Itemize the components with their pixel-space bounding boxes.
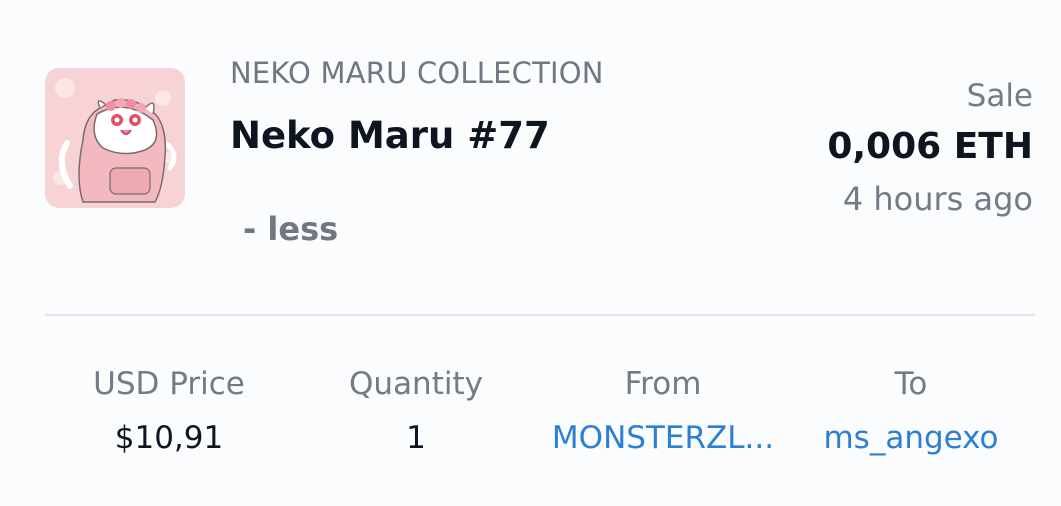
neko-cat-image: [45, 68, 185, 208]
to-label: To: [894, 366, 928, 402]
nft-thumbnail[interactable]: [45, 68, 185, 208]
quantity-value: 1: [406, 420, 426, 456]
quantity-label: Quantity: [349, 366, 483, 402]
divider: [45, 314, 1035, 316]
from-label: From: [624, 366, 702, 402]
usd-price-value: $10,91: [114, 420, 224, 456]
from-address-link[interactable]: MONSTERZL...: [543, 420, 783, 456]
quantity-column: Quantity 1: [296, 366, 536, 456]
less-toggle[interactable]: - less: [243, 210, 338, 248]
usd-price-column: USD Price $10,91: [49, 366, 289, 456]
sale-price: 0,006 ETH: [827, 126, 1033, 167]
to-address-link[interactable]: ms_angexo: [791, 420, 1031, 456]
to-column: To ms_angexo: [791, 366, 1031, 456]
event-type: Sale: [966, 78, 1033, 114]
usd-price-label: USD Price: [93, 366, 245, 402]
sale-time: 4 hours ago: [842, 180, 1033, 218]
from-column: From MONSTERZL...: [543, 366, 783, 456]
collection-name[interactable]: NEKO MARU COLLECTION: [230, 56, 604, 90]
nft-title[interactable]: Neko Maru #77: [230, 114, 550, 157]
